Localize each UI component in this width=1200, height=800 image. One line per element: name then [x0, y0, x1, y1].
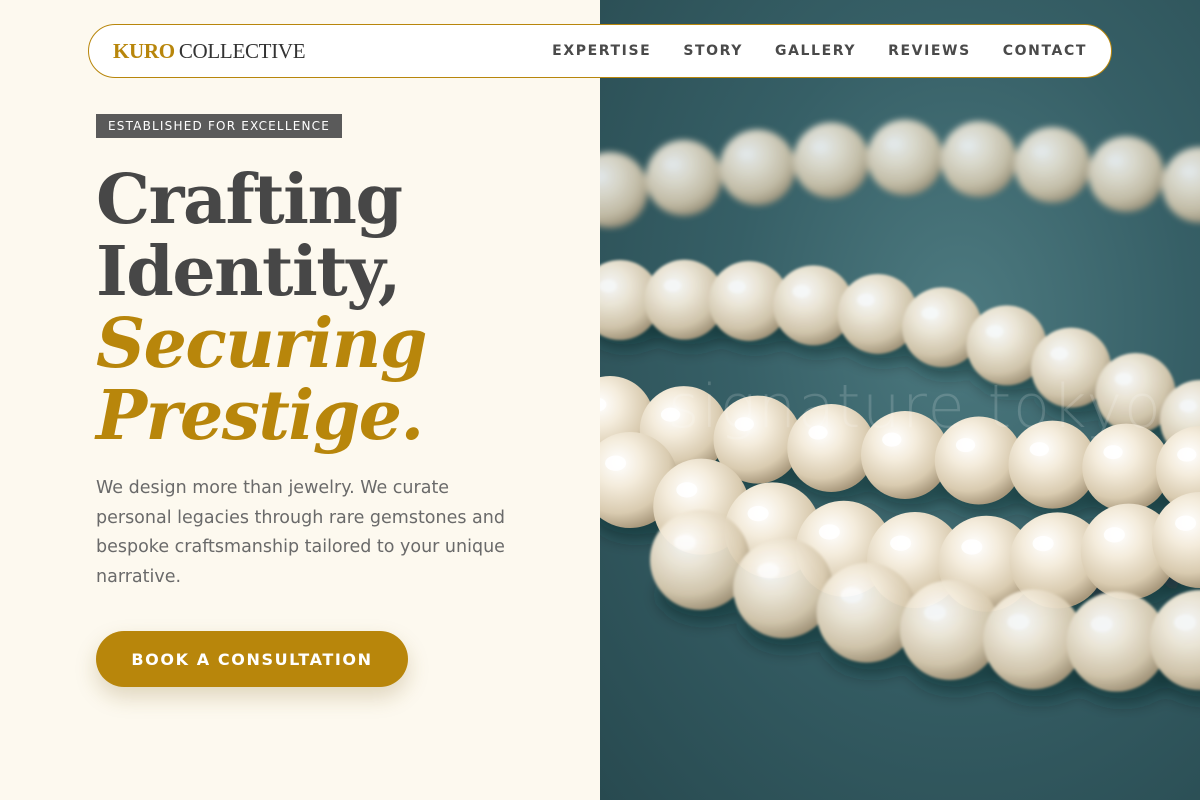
hero-intro-text: We design more than jewelry. We curate p… [96, 478, 505, 587]
headline-line-1: Crafting [96, 160, 403, 240]
nav-link-story[interactable]: STORY [683, 43, 743, 59]
established-badge: ESTABLISHED FOR EXCELLENCE [96, 114, 343, 138]
brand-name-accent: KURO [113, 38, 175, 63]
headline-line-4: Prestige. [96, 376, 424, 456]
image-watermark: signature tokyo [668, 372, 1163, 442]
brand-logo[interactable]: KURO COLLECTIVE [113, 38, 306, 64]
nav-links: EXPERTISE STORY GALLERY REVIEWS CONTACT [552, 43, 1087, 59]
nav-link-reviews[interactable]: REVIEWS [888, 43, 971, 59]
nav-link-expertise[interactable]: EXPERTISE [552, 43, 651, 59]
book-consultation-button[interactable]: BOOK A CONSULTATION [96, 631, 408, 687]
headline-line-2: Identity, [96, 232, 401, 312]
hero-headline: Crafting Identity, Securing Prestige. [96, 160, 427, 456]
brand-name-rest: COLLECTIVE [178, 38, 306, 63]
nav-link-gallery[interactable]: GALLERY [775, 43, 856, 59]
top-navbar: KURO COLLECTIVE EXPERTISE STORY GALLERY R… [88, 24, 1112, 78]
nav-link-contact[interactable]: CONTACT [1003, 43, 1087, 59]
headline-line-3: Securing [96, 304, 427, 384]
